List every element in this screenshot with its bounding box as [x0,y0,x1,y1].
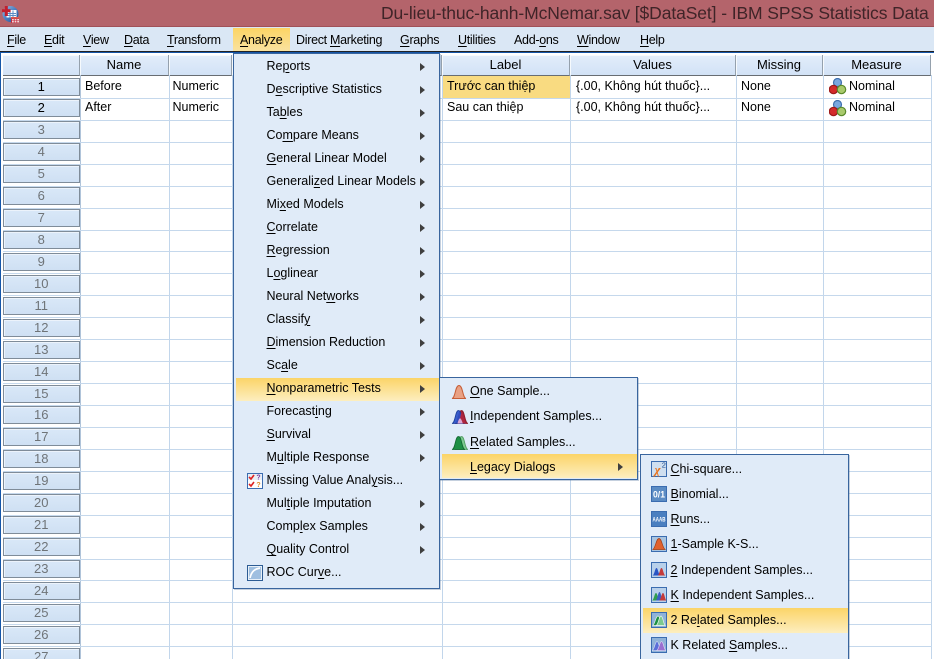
svg-text:2: 2 [661,461,665,470]
svg-text:AAAB: AAAB [652,518,665,524]
svg-text:0/1: 0/1 [653,489,665,499]
svg-text:?: ? [256,475,260,482]
svg-text:?: ? [256,482,260,489]
svg-text:χ: χ [652,462,661,477]
